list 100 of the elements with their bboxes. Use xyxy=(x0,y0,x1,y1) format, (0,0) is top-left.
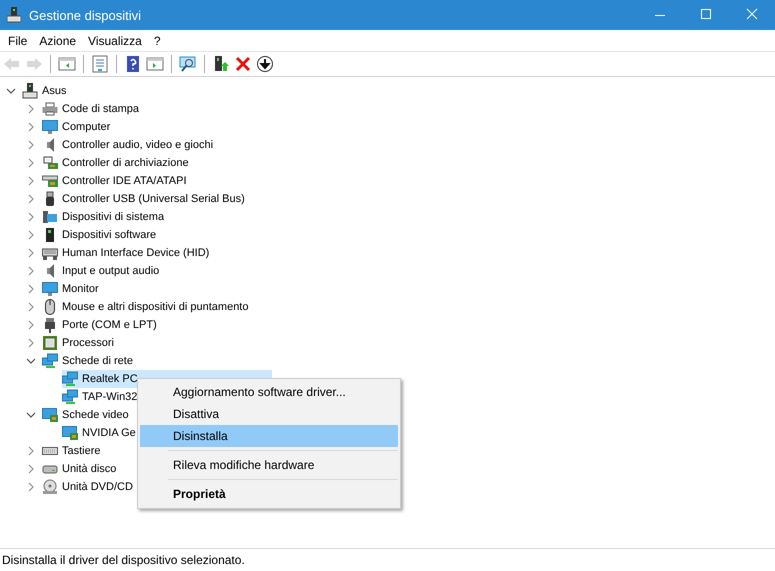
computer-icon xyxy=(22,83,38,99)
download-icon[interactable] xyxy=(256,55,274,73)
expand-chevron-icon[interactable] xyxy=(26,248,36,258)
tree-item-label: TAP-Win32 xyxy=(82,391,138,403)
tree-item-label: Asus xyxy=(42,85,66,97)
mouse-icon xyxy=(42,299,58,315)
tree-item[interactable]: Controller IDE ATA/ATAPI xyxy=(42,172,186,190)
uninstall-icon[interactable] xyxy=(234,55,252,73)
tree-item[interactable]: Human Interface Device (HID) xyxy=(42,244,210,262)
tree-item-label: Dispositivi di sistema xyxy=(62,211,164,223)
tree-item-label: Processori xyxy=(62,337,114,349)
tree-item[interactable]: Controller USB (Universal Serial Bus) xyxy=(42,190,245,208)
expand-chevron-icon[interactable] xyxy=(26,140,36,150)
tree-item[interactable]: Processori xyxy=(42,334,114,352)
display-icon xyxy=(42,407,58,423)
collapse-chevron-icon[interactable] xyxy=(26,356,36,366)
tree-item-label: Tastiere xyxy=(62,445,101,457)
monitor-icon xyxy=(42,281,58,297)
menu-item[interactable]: Visualizza xyxy=(82,34,148,48)
properties-icon[interactable] xyxy=(91,55,109,73)
tree-item-label: Mouse e altri dispositivi di puntamento xyxy=(62,301,248,313)
expand-chevron-icon[interactable] xyxy=(26,158,36,168)
tree-item[interactable]: Input e output audio xyxy=(42,262,160,280)
expand-chevron-icon[interactable] xyxy=(26,230,36,240)
tree-item[interactable]: Controller di archiviazione xyxy=(42,154,189,172)
network-icon xyxy=(42,353,58,369)
tree-item-label: Monitor xyxy=(62,283,99,295)
tree-item[interactable]: Mouse e altri dispositivi di puntamento xyxy=(42,298,248,316)
monitor-icon xyxy=(42,119,58,135)
expand-chevron-icon[interactable] xyxy=(26,104,36,114)
tree-item[interactable]: Tastiere xyxy=(42,442,101,460)
tree-item[interactable]: Code di stampa xyxy=(42,100,140,118)
expand-chevron-icon[interactable] xyxy=(26,446,36,456)
chip-icon xyxy=(42,335,58,351)
tree-item-label: Code di stampa xyxy=(62,103,140,115)
tree-item[interactable]: Asus xyxy=(22,82,66,100)
tree-item[interactable]: Dispositivi software xyxy=(42,226,156,244)
network-icon xyxy=(62,371,78,387)
action-pane-icon[interactable] xyxy=(146,55,164,73)
expand-chevron-icon[interactable] xyxy=(26,482,36,492)
help-icon[interactable] xyxy=(124,55,142,73)
collapse-chevron-icon[interactable] xyxy=(26,410,36,420)
tree-item-label: Controller audio, video e giochi xyxy=(62,139,214,151)
expand-chevron-icon[interactable] xyxy=(26,302,36,312)
window-title: Gestione dispositivi xyxy=(29,8,141,22)
tree-item[interactable]: Schede di rete xyxy=(42,352,133,370)
tree-item-label: Computer xyxy=(62,121,110,133)
menu-item[interactable]: ? xyxy=(148,34,167,48)
system-icon xyxy=(42,209,58,225)
tree-item[interactable]: Porte (COM e LPT) xyxy=(42,316,157,334)
tree-item[interactable]: Controller audio, video e giochi xyxy=(42,136,214,154)
expand-chevron-icon[interactable] xyxy=(26,212,36,222)
tree-item[interactable]: Computer xyxy=(42,118,110,136)
tree-item-label: Controller di archiviazione xyxy=(62,157,189,169)
expand-chevron-icon[interactable] xyxy=(26,320,36,330)
tree-item-label: Unità disco xyxy=(62,463,116,475)
expand-chevron-icon[interactable] xyxy=(26,284,36,294)
context-menu-item[interactable]: Disinstalla xyxy=(140,425,398,447)
context-menu-item[interactable]: Aggiornamento software driver... xyxy=(140,381,398,403)
tree-item-label: Input e output audio xyxy=(62,265,160,277)
scan-hardware-icon[interactable] xyxy=(179,55,197,73)
context-menu-item[interactable]: Disattiva xyxy=(140,403,398,425)
dvd-icon xyxy=(42,479,58,495)
tree-item-label: NVIDIA Ge xyxy=(82,427,136,439)
tree-item[interactable]: Dispositivi di sistema xyxy=(42,208,164,226)
expand-chevron-icon[interactable] xyxy=(26,176,36,186)
tree-item-label: Controller IDE ATA/ATAPI xyxy=(62,175,186,187)
context-menu-item[interactable]: Proprietà xyxy=(140,483,398,505)
tree-item-label: Dispositivi software xyxy=(62,229,156,241)
update-driver-icon[interactable] xyxy=(212,55,230,73)
printer-icon xyxy=(42,101,58,117)
port-icon xyxy=(42,317,58,333)
display-icon xyxy=(62,425,78,441)
tree-item-label: Porte (COM e LPT) xyxy=(62,319,157,331)
tree-item[interactable]: Unità DVD/CD xyxy=(42,478,133,496)
expand-chevron-icon[interactable] xyxy=(26,338,36,348)
tree-item[interactable]: Unità disco xyxy=(42,460,116,478)
device-item[interactable]: TAP-Win32 xyxy=(62,388,138,406)
tree-item-label: Realtek PC xyxy=(82,373,138,385)
menu-item[interactable]: Azione xyxy=(33,34,82,48)
console-tree-icon[interactable] xyxy=(58,55,76,73)
tree-item[interactable]: Schede video xyxy=(42,406,129,424)
tree-item-label: Schede di rete xyxy=(62,355,133,367)
storage-icon xyxy=(42,155,58,171)
tree-item-label: Human Interface Device (HID) xyxy=(62,247,210,259)
computer-icon xyxy=(7,7,21,23)
network-icon xyxy=(62,389,78,405)
card-icon xyxy=(42,173,58,189)
expand-chevron-icon[interactable] xyxy=(26,464,36,474)
tree-item-label: Unità DVD/CD xyxy=(62,481,133,493)
expand-chevron-icon[interactable] xyxy=(26,122,36,132)
tree-item-label: Controller USB (Universal Serial Bus) xyxy=(62,193,245,205)
expand-chevron-icon[interactable] xyxy=(26,266,36,276)
menu-item[interactable]: File xyxy=(2,34,34,48)
tree-item[interactable]: Monitor xyxy=(42,280,99,298)
device-item[interactable]: NVIDIA Ge xyxy=(62,424,136,442)
tree-item-label: Schede video xyxy=(62,409,129,421)
expand-chevron-icon[interactable] xyxy=(26,194,36,204)
context-menu-item[interactable]: Rileva modifiche hardware xyxy=(140,454,398,476)
collapse-chevron-icon[interactable] xyxy=(6,86,16,96)
